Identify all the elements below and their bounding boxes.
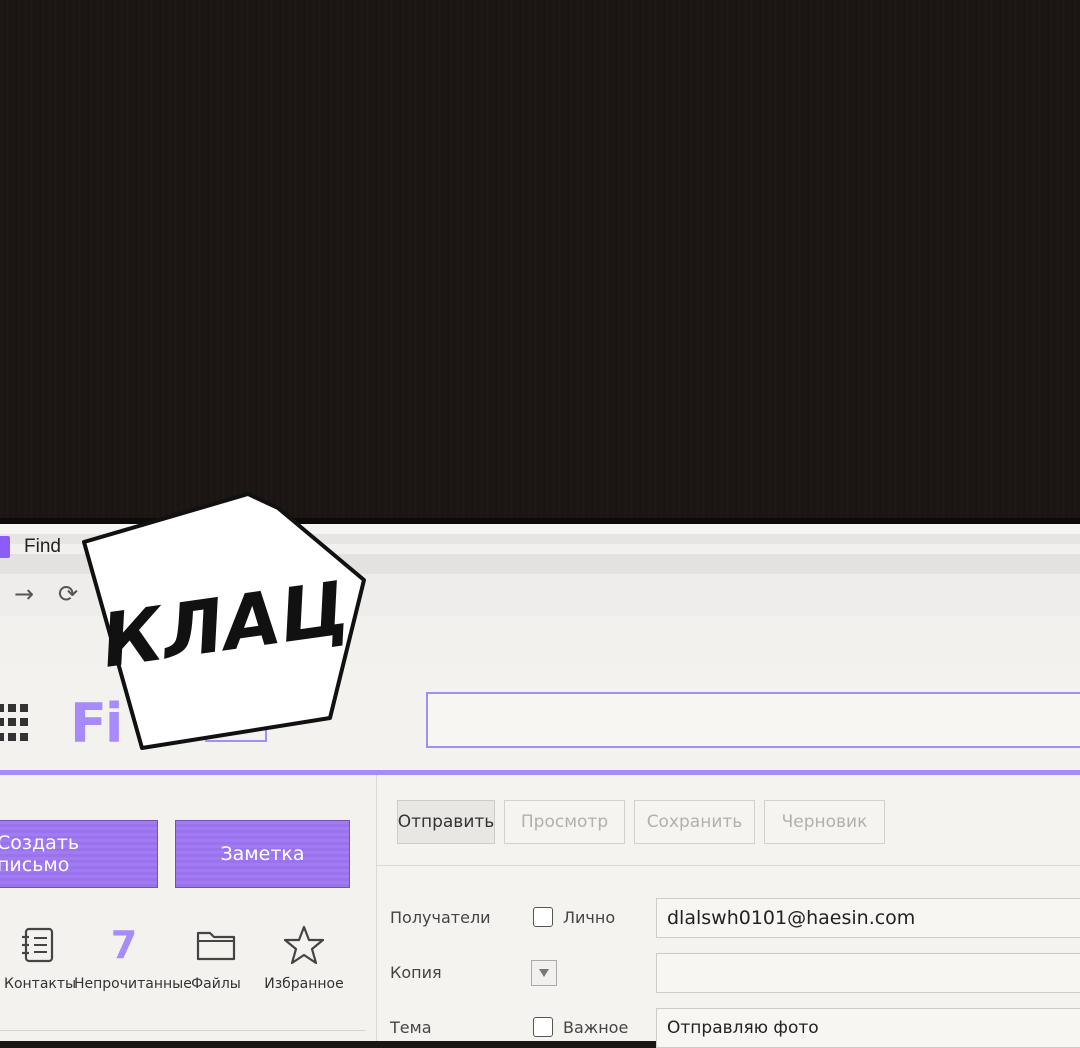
create-mail-button[interactable]: Создать письмо (0, 820, 158, 888)
sidebar-divider (0, 1030, 366, 1031)
note-button[interactable]: Заметка (175, 820, 350, 888)
folder-icon (182, 920, 250, 970)
save-button[interactable]: Сохранить (634, 800, 755, 844)
quick-contacts-label: Контакты (4, 976, 77, 992)
quick-unread[interactable]: 7 Непрочитанные (74, 920, 192, 992)
cc-label: Копия (390, 963, 442, 982)
cc-dropdown[interactable] (531, 960, 557, 986)
star-icon (262, 920, 346, 970)
preview-button[interactable]: Просмотр (504, 800, 625, 844)
quick-contacts[interactable]: Контакты (4, 920, 77, 992)
quick-files-label: Файлы (191, 976, 241, 992)
dark-background (0, 0, 1080, 518)
subject-field[interactable]: Отправляю фото (656, 1008, 1080, 1048)
quick-favorites[interactable]: Избранное (262, 920, 346, 992)
personal-label: Лично (563, 908, 616, 927)
compose-toolbar: Отправить Просмотр Сохранить Черновик (377, 775, 1080, 866)
sidebar: Создать письмо Заметка Контакты 7 Непроч… (0, 775, 377, 1041)
search-input[interactable] (426, 692, 1080, 748)
compose-panel: Отправить Просмотр Сохранить Черновик По… (377, 775, 1080, 1048)
reload-icon[interactable]: ⟳ (58, 580, 78, 608)
subject-label: Тема (390, 1018, 432, 1037)
recipients-field[interactable]: dlalswh0101@haesin.com (656, 898, 1080, 938)
send-button[interactable]: Отправить (397, 800, 495, 844)
app-favicon-icon (0, 536, 10, 558)
cc-field[interactable] (656, 953, 1080, 993)
quick-unread-label: Непрочитанные (74, 976, 192, 992)
quick-favorites-label: Избранное (264, 976, 344, 992)
personal-checkbox[interactable] (533, 907, 553, 927)
unread-count: 7 (110, 923, 138, 967)
quick-files[interactable]: Файлы (182, 920, 250, 992)
important-checkbox[interactable] (533, 1017, 553, 1037)
recipients-label: Получатели (390, 908, 491, 927)
tab-title[interactable]: Find (24, 536, 61, 558)
contacts-icon (4, 920, 74, 970)
apps-grid-icon[interactable] (0, 704, 28, 744)
forward-arrow-icon[interactable]: → (14, 580, 34, 608)
draft-button[interactable]: Черновик (764, 800, 885, 844)
chevron-down-icon (539, 969, 549, 977)
important-label: Важное (563, 1018, 629, 1037)
sound-effect-bubble: КЛАЦ (82, 492, 366, 750)
